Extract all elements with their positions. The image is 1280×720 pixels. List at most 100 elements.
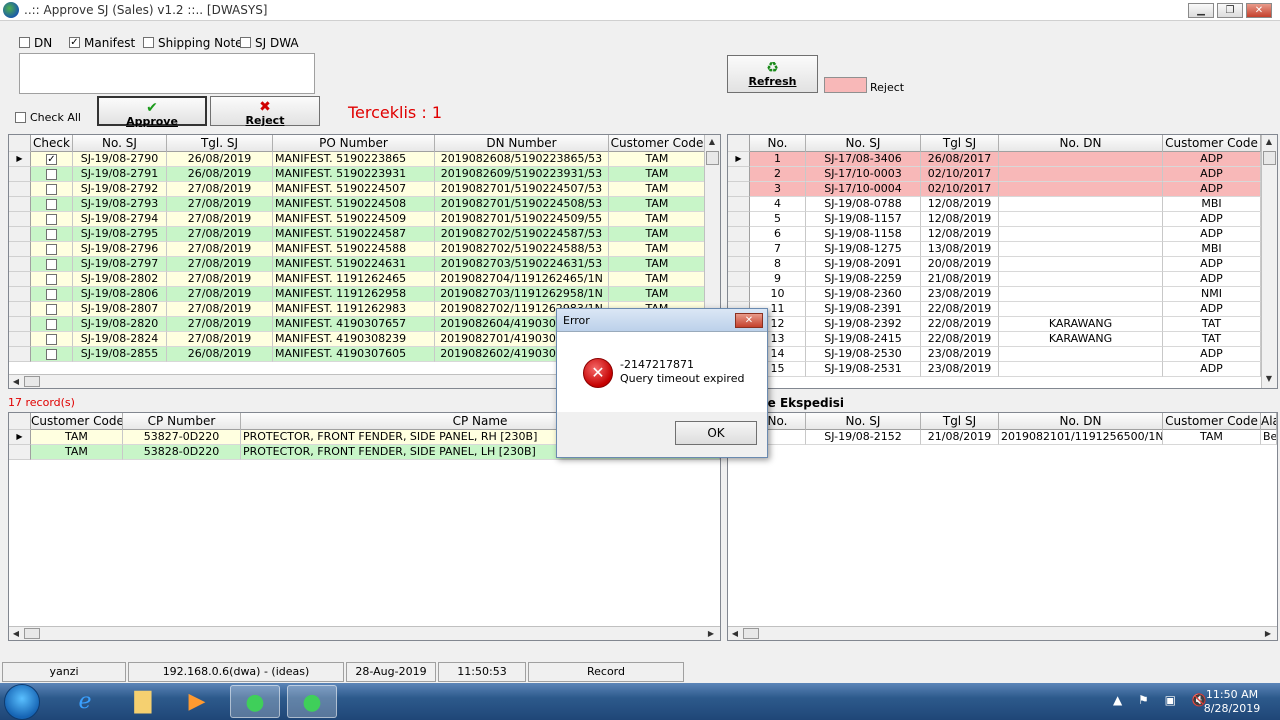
row-header[interactable]	[9, 302, 31, 317]
filter-manifest[interactable]: ✓ Manifest	[69, 35, 135, 50]
column-header[interactable]: Tgl SJ	[921, 413, 999, 430]
row-pointer-icon[interactable]: ▶	[9, 430, 31, 445]
checkbox-icon[interactable]	[240, 37, 251, 48]
row-header[interactable]	[728, 182, 750, 197]
row-header[interactable]	[9, 167, 31, 182]
row-header[interactable]	[9, 332, 31, 347]
row-header[interactable]	[728, 197, 750, 212]
column-header[interactable]: Tgl. SJ	[167, 135, 273, 152]
notes-textarea[interactable]	[19, 53, 315, 94]
column-header[interactable]: No. SJ	[806, 413, 921, 430]
clock[interactable]: 11:50 AM 8/28/2019	[1198, 688, 1266, 716]
column-header[interactable]: Ala	[1261, 413, 1277, 430]
checkbox-icon[interactable]	[46, 258, 57, 270]
scroll-up-icon[interactable]: ▲	[705, 135, 719, 149]
column-header[interactable]: Tgl SJ	[921, 135, 999, 152]
pending-sj-grid[interactable]: No. No. SJ Tgl SJ No. DN Customer Code ▶ 1 SJ-…	[727, 134, 1278, 389]
row-checkbox[interactable]	[31, 317, 73, 332]
row-checkbox[interactable]	[31, 167, 73, 182]
dialog-close-button[interactable]: ✕	[735, 313, 763, 328]
scroll-left-icon[interactable]: ◀	[9, 627, 23, 640]
row-header[interactable]	[9, 287, 31, 302]
checkbox-icon[interactable]	[19, 37, 30, 48]
row-checkbox[interactable]	[31, 287, 73, 302]
scroll-down-icon[interactable]: ▼	[1262, 372, 1276, 386]
media-player-icon[interactable]: ▶	[172, 685, 222, 718]
checkbox-icon[interactable]: ✓	[46, 153, 57, 165]
column-header[interactable]: No. SJ	[73, 135, 167, 152]
checkbox-icon[interactable]	[46, 228, 57, 240]
row-header[interactable]	[9, 347, 31, 362]
row-header[interactable]	[9, 197, 31, 212]
row-header[interactable]	[728, 167, 750, 182]
row-header[interactable]	[9, 227, 31, 242]
scroll-thumb[interactable]	[24, 376, 40, 387]
column-header[interactable]: Customer Code	[1163, 135, 1261, 152]
folder-icon[interactable]: ▇	[118, 685, 168, 718]
scroll-right-icon[interactable]: ▶	[704, 627, 718, 640]
checkbox-icon[interactable]: ✓	[69, 37, 80, 48]
app-globe-icon[interactable]: ●	[287, 685, 337, 718]
filter-shipping-note[interactable]: Shipping Note	[143, 35, 243, 50]
checkbox-icon[interactable]	[46, 273, 57, 285]
column-header[interactable]: Customer Code	[609, 135, 706, 152]
row-checkbox[interactable]	[31, 227, 73, 242]
filter-sj-dwa[interactable]: SJ DWA	[240, 35, 299, 50]
row-header[interactable]	[728, 242, 750, 257]
column-header[interactable]: PO Number	[273, 135, 435, 152]
row-header[interactable]	[728, 287, 750, 302]
row-checkbox[interactable]	[31, 302, 73, 317]
row-header[interactable]	[9, 445, 31, 460]
row-pointer-icon[interactable]: ▶	[728, 152, 750, 167]
minimize-button[interactable]: ▁	[1188, 3, 1214, 18]
checkbox-icon[interactable]	[46, 198, 57, 210]
column-header[interactable]: No. DN	[999, 135, 1163, 152]
scroll-left-icon[interactable]: ◀	[9, 375, 23, 388]
check-all[interactable]: Check All	[15, 110, 81, 124]
row-checkbox[interactable]	[31, 257, 73, 272]
column-header[interactable]: No.	[750, 135, 806, 152]
column-header[interactable]: No. SJ	[806, 135, 921, 152]
column-header[interactable]: Customer Code	[1163, 413, 1261, 430]
scroll-thumb[interactable]	[1263, 151, 1276, 165]
column-header[interactable]: DN Number	[435, 135, 609, 152]
row-checkbox[interactable]	[31, 182, 73, 197]
scroll-thumb[interactable]	[743, 628, 759, 639]
row-checkbox[interactable]	[31, 272, 73, 287]
row-checkbox[interactable]	[31, 212, 73, 227]
vertical-scrollbar[interactable]: ▲ ▼	[1261, 135, 1277, 388]
column-header[interactable]: Customer Code	[31, 413, 123, 430]
filter-dn[interactable]: DN	[19, 35, 52, 50]
column-header[interactable]: Check	[31, 135, 73, 152]
checkbox-icon[interactable]	[143, 37, 154, 48]
internet-explorer-icon[interactable]: ℯ	[60, 685, 110, 718]
row-pointer-icon[interactable]: ▶	[9, 152, 31, 167]
column-header[interactable]: CP Number	[123, 413, 241, 430]
checkbox-icon[interactable]	[46, 243, 57, 255]
checkbox-icon[interactable]	[15, 111, 26, 123]
row-checkbox[interactable]: ✓	[31, 152, 73, 167]
horizontal-scrollbar[interactable]: ◀ ▶	[728, 626, 1277, 640]
horizontal-scrollbar[interactable]: ◀ ▶	[9, 626, 720, 640]
row-header[interactable]	[9, 272, 31, 287]
row-checkbox[interactable]	[31, 242, 73, 257]
row-header[interactable]	[728, 257, 750, 272]
scroll-thumb[interactable]	[706, 151, 719, 165]
close-window-button[interactable]: ✕	[1246, 3, 1272, 18]
ok-button[interactable]: OK	[675, 421, 757, 445]
row-header[interactable]	[9, 317, 31, 332]
row-header[interactable]	[9, 257, 31, 272]
checkbox-icon[interactable]	[46, 333, 57, 345]
app-globe-icon[interactable]: ●	[230, 685, 280, 718]
windows-start-icon[interactable]	[4, 684, 40, 720]
row-header[interactable]	[728, 227, 750, 242]
row-checkbox[interactable]	[31, 332, 73, 347]
row-header[interactable]	[728, 272, 750, 287]
checkbox-icon[interactable]	[46, 168, 57, 180]
checkbox-icon[interactable]	[46, 288, 57, 300]
scroll-right-icon[interactable]: ▶	[1261, 627, 1275, 640]
row-header[interactable]	[9, 182, 31, 197]
checkbox-icon[interactable]	[46, 303, 57, 315]
row-checkbox[interactable]	[31, 347, 73, 362]
refresh-button[interactable]: ♻ Refresh	[727, 55, 818, 93]
